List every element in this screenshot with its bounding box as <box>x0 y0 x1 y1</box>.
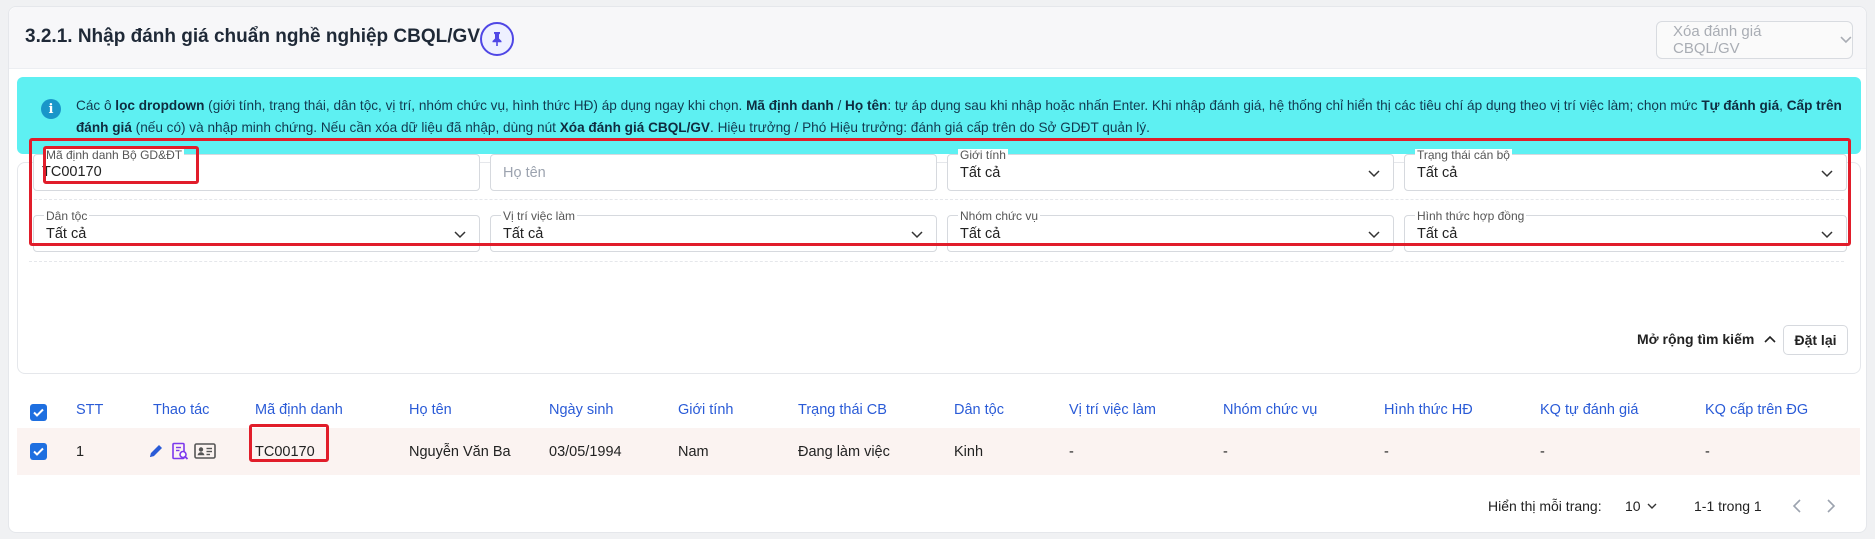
cell-stt: 1 <box>76 444 85 460</box>
nhom-chuc-vu-select[interactable]: Nhóm chức vụ Tất cả <box>947 210 1394 252</box>
cell-ma-dinh-danh: TC00170 <box>255 444 315 460</box>
gioi-tinh-select[interactable]: Giới tính Tất cả <box>947 149 1394 191</box>
column-header[interactable]: Hình thức HĐ <box>1384 402 1473 418</box>
chevron-down-icon <box>1821 231 1833 239</box>
hinh-thuc-value: Tất cả <box>1417 226 1458 242</box>
trang-thai-label: Trạng thái cán bộ <box>1415 148 1512 162</box>
chevron-down-icon <box>1821 170 1833 178</box>
hinh-thuc-select[interactable]: Hình thức hợp đồng Tất cả <box>1404 210 1847 252</box>
hinh-thuc-label: Hình thức hợp đồng <box>1415 209 1527 223</box>
dan-toc-label: Dân tộc <box>44 209 90 223</box>
expand-search-toggle[interactable]: Mở rộng tìm kiếm <box>1637 331 1776 347</box>
page-title: 3.2.1. Nhập đánh giá chuẩn nghề nghiệp C… <box>25 26 480 47</box>
per-page-select[interactable]: 10 <box>1625 498 1657 514</box>
check-icon <box>33 408 44 417</box>
per-page-label: Hiển thị mỗi trang: <box>1488 498 1602 514</box>
ma-dinh-danh-field[interactable]: Mã định danh Bộ GD&ĐT TC00170 <box>33 149 480 191</box>
column-header[interactable]: Vị trí việc làm <box>1069 402 1156 418</box>
edit-icon[interactable] <box>147 442 165 460</box>
nhom-chuc-vu-value: Tất cả <box>960 226 1001 242</box>
cell-vi-tri: - <box>1069 444 1074 460</box>
column-header[interactable]: Giới tính <box>678 402 733 418</box>
info-text: Các ô lọc dropdown (giới tính, trạng thá… <box>76 98 1842 135</box>
chevron-down-icon <box>1647 503 1657 509</box>
column-header[interactable]: Mã định danh <box>255 402 343 418</box>
profile-card-icon[interactable] <box>194 442 216 460</box>
column-header[interactable]: Họ tên <box>409 402 452 418</box>
delete-evaluation-dropdown[interactable]: Xóa đánh giá CBQL/GV <box>1656 21 1853 59</box>
chevron-up-icon <box>1764 335 1776 343</box>
delete-evaluation-label: Xóa đánh giá CBQL/GV <box>1673 23 1762 57</box>
ma-dinh-danh-value: TC00170 <box>42 164 102 180</box>
trang-thai-value: Tất cả <box>1417 165 1458 181</box>
card-header: 3.2.1. Nhập đánh giá chuẩn nghề nghiệp C… <box>9 7 1866 69</box>
reset-button[interactable]: Đặt lại <box>1783 325 1848 355</box>
cell-ho-ten: Nguyễn Văn Ba <box>409 444 511 460</box>
vi-tri-select[interactable]: Vị trí việc làm Tất cả <box>490 210 937 252</box>
dan-toc-value: Tất cả <box>46 226 87 242</box>
pin-icon <box>492 32 502 46</box>
prev-page-icon[interactable] <box>1792 499 1802 513</box>
main-card: 3.2.1. Nhập đánh giá chuẩn nghề nghiệp C… <box>8 6 1867 533</box>
cell-hinh-thuc: - <box>1384 444 1389 460</box>
chevron-down-icon <box>454 231 466 239</box>
divider <box>29 199 1844 200</box>
evaluate-document-icon[interactable] <box>171 442 189 461</box>
ma-dinh-danh-label: Mã định danh Bộ GD&ĐT <box>44 148 185 162</box>
filter-panel <box>17 162 1861 374</box>
page-range: 1-1 trong 1 <box>1694 498 1762 514</box>
row-checkbox[interactable] <box>30 443 47 460</box>
chevron-down-icon <box>1368 170 1380 178</box>
cell-ngay-sinh: 03/05/1994 <box>549 444 622 460</box>
select-all-checkbox[interactable] <box>30 404 47 421</box>
cell-kq-cap-tren: - <box>1705 444 1710 460</box>
trang-thai-select[interactable]: Trạng thái cán bộ Tất cả <box>1404 149 1847 191</box>
chevron-down-icon <box>1840 36 1852 44</box>
column-header[interactable]: Ngày sinh <box>549 402 613 418</box>
vi-tri-value: Tất cả <box>503 226 544 242</box>
cell-trang-thai: Đang làm việc <box>798 444 890 460</box>
column-header[interactable]: Dân tộc <box>954 402 1004 418</box>
expand-search-label: Mở rộng tìm kiếm <box>1637 331 1755 347</box>
cell-kq-tu-danh-gia: - <box>1540 444 1545 460</box>
dan-toc-select[interactable]: Dân tộc Tất cả <box>33 210 480 252</box>
check-icon <box>33 447 44 456</box>
per-page-value: 10 <box>1625 498 1641 514</box>
ho-ten-placeholder: Họ tên <box>503 165 546 181</box>
column-header[interactable]: STT <box>76 402 103 418</box>
gioi-tinh-label: Giới tính <box>958 148 1008 162</box>
nhom-chuc-vu-label: Nhóm chức vụ <box>958 209 1041 223</box>
cell-gioi-tinh: Nam <box>678 444 709 460</box>
column-header[interactable]: Nhóm chức vụ <box>1223 402 1317 418</box>
vi-tri-label: Vị trí việc làm <box>501 209 578 223</box>
column-header[interactable]: Thao tác <box>153 402 209 418</box>
gioi-tinh-value: Tất cả <box>960 165 1001 181</box>
column-header[interactable]: Trạng thái CB <box>798 402 887 418</box>
cell-nhom-chuc-vu: - <box>1223 444 1228 460</box>
column-header[interactable]: KQ cấp trên ĐG <box>1705 402 1808 418</box>
ho-ten-input[interactable]: Họ tên <box>490 154 937 191</box>
chevron-down-icon <box>1368 231 1380 239</box>
next-page-icon[interactable] <box>1826 499 1836 513</box>
info-icon: i <box>41 99 61 119</box>
column-header[interactable]: KQ tự đánh giá <box>1540 402 1638 418</box>
pin-button[interactable] <box>480 22 514 56</box>
info-banner: i Các ô lọc dropdown (giới tính, trạng t… <box>17 77 1861 154</box>
chevron-down-icon <box>911 231 923 239</box>
cell-dan-toc: Kinh <box>954 444 984 460</box>
divider <box>29 261 1844 262</box>
